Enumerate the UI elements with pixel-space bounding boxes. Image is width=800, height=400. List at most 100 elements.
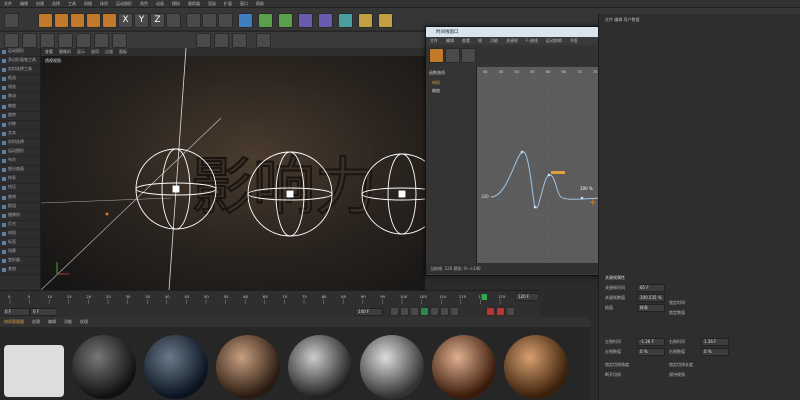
- key-time-field[interactable]: 65 F: [637, 284, 665, 292]
- menu-help[interactable]: 帮助: [252, 1, 268, 7]
- go-start-icon[interactable]: [390, 307, 399, 316]
- start-frame-field[interactable]: 0 F: [30, 308, 58, 316]
- left-item[interactable]: 文本: [0, 130, 40, 139]
- axis-mode-icon[interactable]: [214, 33, 229, 48]
- left-item[interactable]: 细分曲面: [0, 166, 40, 176]
- tl-menu-item[interactable]: 运动剪辑: [542, 38, 566, 44]
- current-frame-field[interactable]: 0 F: [2, 308, 30, 316]
- make-editable-icon[interactable]: [4, 33, 19, 48]
- attribute-menu[interactable]: 文件 编辑 用户数据: [605, 17, 640, 23]
- tl-menu-item[interactable]: F-曲线: [522, 38, 542, 44]
- menu-mograph[interactable]: 运动图形: [112, 1, 136, 7]
- left-item[interactable]: 实时选择: [0, 139, 40, 149]
- render-view-icon[interactable]: [186, 13, 201, 28]
- menu-select[interactable]: 选择: [48, 1, 64, 7]
- left-item[interactable]: 缩放: [0, 103, 40, 112]
- dopesheet-icon[interactable]: [429, 48, 444, 63]
- tl-menu-item[interactable]: 编辑: [442, 38, 458, 44]
- prev-key-icon[interactable]: [400, 307, 409, 316]
- menu-character[interactable]: 角色: [136, 1, 152, 7]
- fcurve-icon[interactable]: [445, 48, 460, 63]
- prev-frame-icon[interactable]: [410, 307, 419, 316]
- material-ball[interactable]: [504, 335, 568, 399]
- left-item[interactable]: 旋转: [0, 112, 40, 121]
- polygon-mode-icon[interactable]: [112, 33, 127, 48]
- camera-icon[interactable]: [358, 13, 373, 28]
- left-item[interactable]: 移动: [0, 93, 40, 103]
- coordinate-icon[interactable]: [166, 13, 181, 28]
- timeline-end-field[interactable]: 120 F: [515, 293, 539, 301]
- auto-key-icon[interactable]: [496, 307, 505, 316]
- left-value-field[interactable]: 0 %: [637, 348, 665, 356]
- track-item[interactable]: 材质: [426, 79, 476, 87]
- x-axis-button[interactable]: X: [118, 13, 133, 28]
- light-icon[interactable]: [378, 13, 393, 28]
- material-ball[interactable]: [144, 335, 208, 399]
- menu-file[interactable]: 文件: [0, 1, 16, 7]
- left-item[interactable]: 灯光: [0, 221, 40, 230]
- go-end-icon[interactable]: [450, 307, 459, 316]
- menu-edit[interactable]: 编辑: [16, 1, 32, 7]
- array-icon[interactable]: [298, 13, 313, 28]
- menu-animate[interactable]: 动画: [152, 1, 168, 7]
- timeline[interactable]: 0 5 10 15 20 25 30 35 40 45 50 55 60 65 70 75 80 85 90 95 10…: [0, 290, 540, 318]
- menu-mesh[interactable]: 网格: [80, 1, 96, 7]
- playhead-marker[interactable]: [482, 294, 487, 300]
- texture-mode-icon[interactable]: [40, 33, 55, 48]
- grid-icon[interactable]: [256, 33, 271, 48]
- left-item[interactable]: 布尔: [0, 157, 40, 167]
- right-time-field[interactable]: 1.26 F: [701, 338, 729, 346]
- tl-menu-item[interactable]: 查看: [458, 38, 474, 44]
- material-lock-icon[interactable]: [4, 345, 64, 397]
- move-icon[interactable]: [54, 13, 69, 28]
- track-item[interactable]: 缩放: [426, 87, 476, 95]
- menu-simulate[interactable]: 模拟: [168, 1, 184, 7]
- left-item[interactable]: 框选: [0, 75, 40, 85]
- left-item[interactable]: 实时选择工具: [0, 66, 40, 76]
- menu-window[interactable]: 窗口: [236, 1, 252, 7]
- left-item[interactable]: 样条: [0, 175, 40, 185]
- select-icon[interactable]: [38, 13, 53, 28]
- left-item[interactable]: 材质: [0, 230, 40, 239]
- mat-menu-item[interactable]: 纹理: [76, 319, 92, 325]
- mat-menu-item[interactable]: 创建: [28, 319, 44, 325]
- left-item[interactable]: 对称: [0, 121, 40, 130]
- keep-visual-checkbox[interactable]: 保持视角: [669, 372, 685, 378]
- tl-menu-item[interactable]: 帧: [474, 38, 486, 44]
- tl-menu-item[interactable]: 文件: [426, 38, 442, 44]
- render-icon[interactable]: [202, 13, 217, 28]
- play-icon[interactable]: [420, 307, 429, 316]
- left-item[interactable]: 多边形画笔工具: [0, 57, 40, 67]
- material-ball[interactable]: [432, 335, 496, 399]
- edge-mode-icon[interactable]: [94, 33, 109, 48]
- cube-icon[interactable]: [238, 13, 253, 28]
- timeline-ruler[interactable]: 0 5 10 15 20 25 30 35 40 45 50 55 60 65 70 75 80 85 90 95 10…: [0, 291, 540, 318]
- left-item[interactable]: 运动图形: [0, 48, 40, 58]
- tl-menu-item[interactable]: 关键帧: [502, 38, 522, 44]
- left-item[interactable]: 群组: [0, 203, 40, 212]
- lock-angle-checkbox[interactable]: 锁定切线角度: [605, 362, 629, 368]
- end-frame-field[interactable]: 140 F: [355, 308, 383, 316]
- left-item[interactable]: 标签: [0, 239, 40, 249]
- model-mode-icon[interactable]: [22, 33, 37, 48]
- left-item[interactable]: 场景: [0, 248, 40, 258]
- tl-menu-item[interactable]: 功能: [486, 38, 502, 44]
- left-item[interactable]: 变形器: [0, 257, 40, 267]
- scale-icon[interactable]: [70, 13, 85, 28]
- workplane-icon[interactable]: [58, 33, 73, 48]
- point-mode-icon[interactable]: [76, 33, 91, 48]
- undo-icon[interactable]: [4, 13, 19, 28]
- left-item[interactable]: 挤压: [0, 184, 40, 194]
- left-item[interactable]: 曲线: [0, 194, 40, 203]
- left-item[interactable]: 运动图形: [0, 148, 40, 158]
- left-item[interactable]: 其他: [0, 266, 40, 276]
- null-object[interactable]: [105, 212, 109, 216]
- left-time-field[interactable]: -1.26 F: [637, 338, 665, 346]
- menu-volume[interactable]: 体积: [96, 1, 112, 7]
- break-tangent-checkbox[interactable]: 断开切线: [605, 372, 621, 378]
- key-value-field[interactable]: 100.535 %: [637, 294, 665, 302]
- key-selection-icon[interactable]: [506, 307, 515, 316]
- snap-icon[interactable]: [196, 33, 211, 48]
- tl-menu-item[interactable]: 书签: [566, 38, 582, 44]
- interpolation-select[interactable]: 样条: [637, 304, 665, 312]
